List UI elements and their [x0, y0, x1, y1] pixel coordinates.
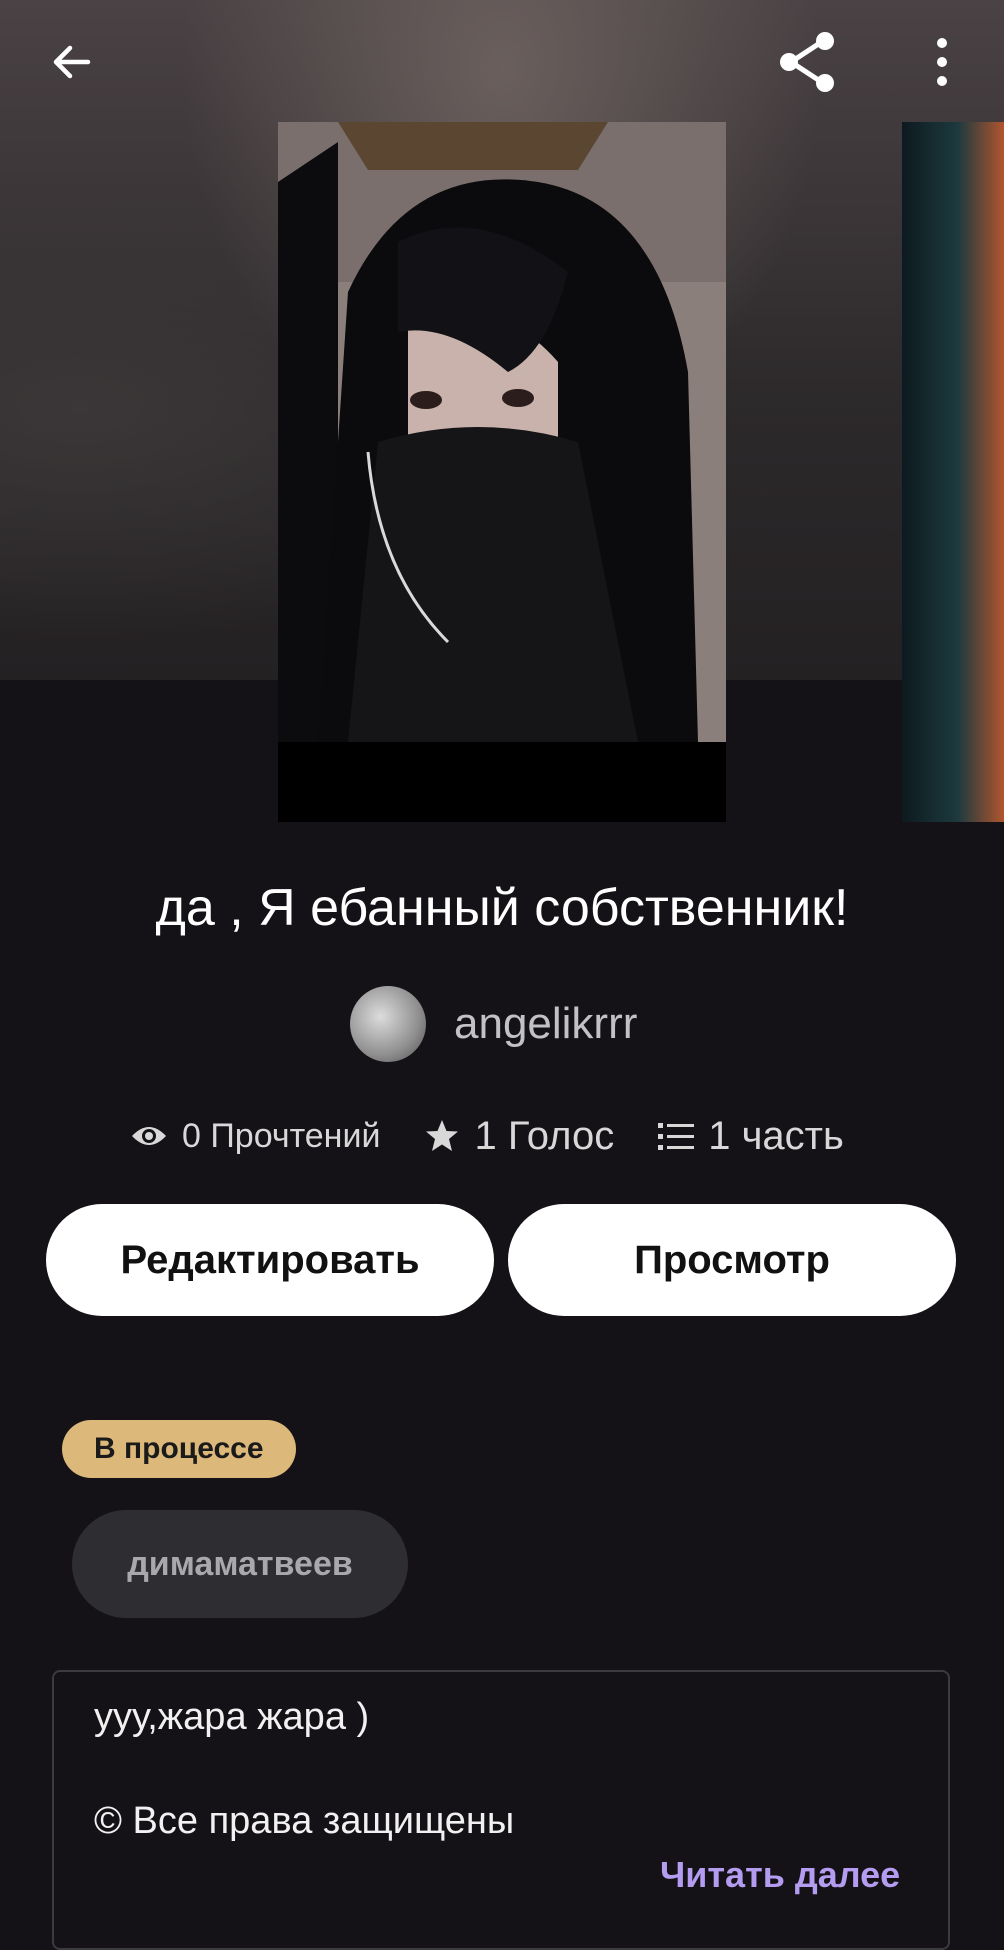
- author-row[interactable]: angelikrrr: [350, 986, 637, 1062]
- read-more-link[interactable]: Читать далее: [660, 1854, 900, 1896]
- tag-chip[interactable]: димаматвеев: [72, 1510, 408, 1618]
- copyright-line: © Все права защищены: [94, 1800, 515, 1842]
- back-button[interactable]: [32, 22, 112, 102]
- story-stats: 0 Прочтений 1 Голос 1 часть: [130, 1108, 844, 1164]
- description-line: ууу,жара жара ): [94, 1696, 370, 1738]
- eye-icon: [132, 1127, 166, 1145]
- avatar[interactable]: [350, 986, 426, 1062]
- list-icon: [658, 1123, 695, 1150]
- share-button[interactable]: [768, 22, 848, 102]
- author-name[interactable]: angelikrrr: [454, 999, 637, 1049]
- preview-button[interactable]: Просмотр: [508, 1204, 956, 1316]
- top-app-bar: [0, 0, 1004, 124]
- reads-stat: 0 Прочтений: [130, 1117, 380, 1156]
- votes-count: 1 Голос: [474, 1113, 615, 1158]
- description-box: ууу,жара жара ) © Все права защищены Чит…: [52, 1670, 950, 1950]
- edit-button[interactable]: Редактировать: [46, 1204, 494, 1316]
- reads-count: 0 Прочтений: [182, 1116, 381, 1155]
- cover-photo-illustration: [278, 122, 726, 822]
- parts-stat: 1 часть: [658, 1114, 844, 1159]
- more-options-button[interactable]: [902, 22, 982, 102]
- status-badge: В процессе: [62, 1420, 296, 1478]
- next-cover-image[interactable]: [902, 122, 1004, 822]
- votes-stat: 1 Голос: [424, 1114, 614, 1159]
- arrow-left-icon: [53, 45, 91, 79]
- share-icon: [780, 32, 834, 92]
- story-title: да , Я ебанный собственник!: [155, 879, 849, 937]
- star-icon: [426, 1120, 459, 1151]
- more-vertical-icon: [937, 38, 947, 86]
- parts-count: 1 часть: [708, 1113, 844, 1158]
- story-cover-image[interactable]: [278, 122, 726, 822]
